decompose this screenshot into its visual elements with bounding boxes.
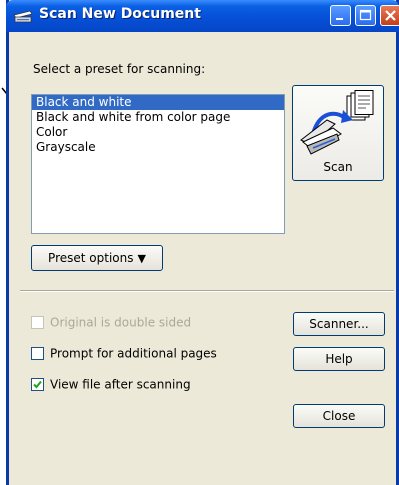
- scan-button[interactable]: Scan: [292, 85, 384, 181]
- help-button[interactable]: Help: [293, 347, 385, 371]
- scanner-icon: [299, 90, 379, 163]
- close-window-button[interactable]: [380, 5, 399, 26]
- title-bar[interactable]: Scan New Document: [6, 0, 399, 32]
- double-sided-option: Original is double sided: [31, 315, 191, 331]
- preset-prompt-label: Select a preset for scanning:: [33, 62, 206, 76]
- checkmark-icon: [33, 380, 42, 389]
- view-file-label[interactable]: View file after scanning: [50, 378, 191, 392]
- scanner-button[interactable]: Scanner...: [293, 312, 385, 336]
- maximize-button[interactable]: [355, 5, 376, 26]
- preset-item-black-and-white[interactable]: Black and white: [32, 95, 284, 110]
- view-file-option[interactable]: View file after scanning: [31, 377, 191, 393]
- separator: [20, 290, 394, 292]
- scan-button-label: Scan: [323, 160, 353, 174]
- dropdown-arrow-icon: ▼: [137, 252, 146, 265]
- preset-item-grayscale[interactable]: Grayscale: [32, 140, 284, 155]
- minimize-button[interactable]: [330, 5, 351, 26]
- preset-listbox[interactable]: Black and white Black and white from col…: [31, 94, 285, 234]
- double-sided-checkbox: [31, 316, 44, 329]
- prompt-pages-checkbox[interactable]: [31, 347, 44, 360]
- scanner-app-icon: [12, 6, 34, 26]
- close-button[interactable]: Close: [293, 404, 385, 428]
- view-file-checkbox[interactable]: [31, 378, 44, 391]
- prompt-pages-label[interactable]: Prompt for additional pages: [50, 347, 217, 361]
- preset-item-black-and-white-from-color[interactable]: Black and white from color page: [32, 110, 284, 125]
- double-sided-label: Original is double sided: [50, 315, 192, 330]
- preset-options-label: Preset options: [48, 251, 134, 265]
- window-title: Scan New Document: [39, 6, 201, 22]
- preset-options-button[interactable]: Preset options ▼: [31, 245, 163, 271]
- preset-item-color[interactable]: Color: [32, 125, 284, 140]
- prompt-pages-option[interactable]: Prompt for additional pages: [31, 346, 217, 362]
